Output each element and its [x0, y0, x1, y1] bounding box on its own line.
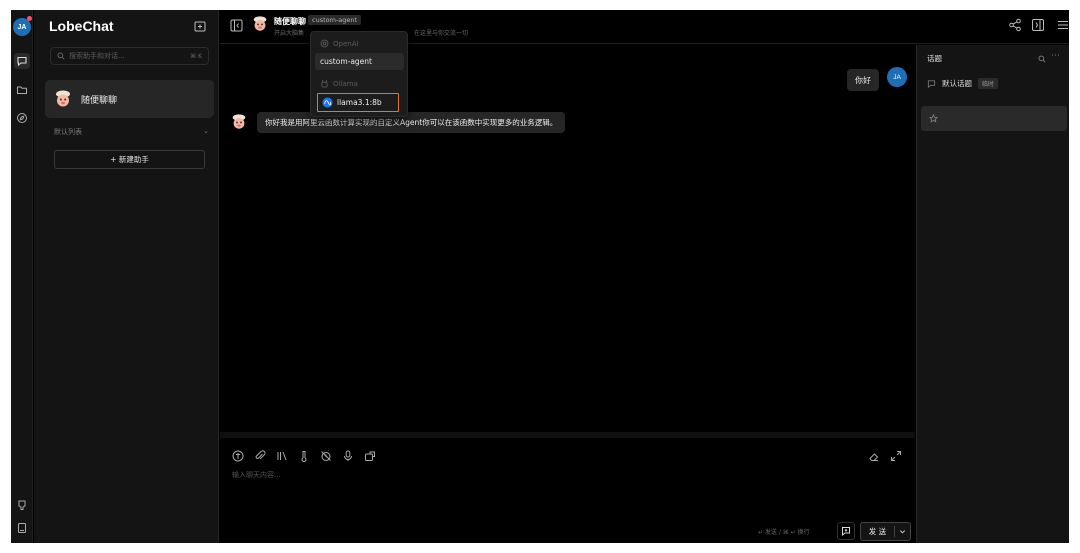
- default-list-header[interactable]: 默认列表 ⌄: [54, 127, 209, 137]
- search-box[interactable]: ⌘ K: [50, 47, 209, 65]
- topic-search-icon[interactable]: [1038, 55, 1046, 63]
- sidebar-item-label: 随便聊聊: [81, 95, 118, 106]
- topics-title: 话题: [927, 54, 942, 63]
- dropdown-group-ollama: Ollama: [320, 79, 358, 88]
- topic-label: 默认话题: [942, 79, 972, 88]
- sidebar-item-agent[interactable]: 随便聊聊: [45, 80, 214, 118]
- star-icon[interactable]: [929, 114, 938, 123]
- topic-chat-icon: [927, 80, 936, 88]
- user-message-avatar[interactable]: JA: [887, 67, 907, 87]
- topic-item-default[interactable]: 默认话题 临时: [927, 78, 999, 89]
- assistant-message-bubble: 你好我是用阿里云函数计算实现的自定义Agent你可以在该函数中实现更多的业务逻辑…: [257, 112, 566, 133]
- menu-icon[interactable]: [1056, 18, 1069, 32]
- history-off-icon[interactable]: [320, 450, 332, 462]
- ollama-icon: [321, 79, 328, 88]
- sidebar-toggle-icon[interactable]: [230, 19, 243, 32]
- openai-icon: [320, 39, 329, 48]
- dropdown-group-openai: OpenAI: [320, 39, 359, 48]
- dropdown-group-label: OpenAI: [333, 39, 359, 48]
- send-hint: ↵ 发送 / ⌘ ↵ 换行: [758, 529, 810, 536]
- topic-item-active[interactable]: [921, 106, 1067, 131]
- assistant-avatar-icon: [232, 114, 246, 129]
- temperature-icon[interactable]: [298, 450, 310, 462]
- header-agent-avatar-icon: [253, 16, 267, 31]
- default-list-label: 默认列表: [54, 128, 82, 136]
- docs-book-icon[interactable]: [14, 520, 30, 536]
- chat-title: 随便聊聊: [274, 17, 306, 26]
- folder-nav-icon[interactable]: [14, 82, 30, 98]
- app-logo: LobeChat: [49, 18, 114, 34]
- agent-avatar-icon: [56, 90, 70, 107]
- model-option-llama[interactable]: llama3.1:8b: [317, 93, 399, 112]
- chevron-down-icon[interactable]: [895, 528, 910, 535]
- nav-rail: JA: [11, 10, 33, 543]
- dropdown-group-label: Ollama: [333, 79, 358, 88]
- attachment-icon[interactable]: [254, 450, 266, 462]
- app-window: JA LobeChat ⌘ K: [11, 10, 1069, 543]
- discover-compass-icon[interactable]: [14, 110, 30, 126]
- new-chat-icon[interactable]: [193, 20, 207, 34]
- chat-input-area: ↵ 发送 / ⌘ ↵ 换行 发 送: [220, 432, 915, 543]
- model-tag[interactable]: custom-agent: [308, 15, 362, 25]
- send-mode-button[interactable]: [837, 522, 855, 540]
- microphone-icon[interactable]: [342, 450, 354, 462]
- more-icon[interactable]: ⋯: [1051, 51, 1060, 61]
- chat-description: 开启大脑集: [274, 30, 305, 37]
- new-agent-button[interactable]: + 新建助手: [54, 150, 205, 169]
- notification-dot: [27, 16, 32, 21]
- agent-sidebar: LobeChat ⌘ K 随便聊聊 默认列表 ⌄ + 新建助手: [34, 10, 219, 543]
- share-icon[interactable]: [1008, 18, 1022, 32]
- message-input[interactable]: [232, 468, 732, 482]
- expand-icon[interactable]: [890, 450, 902, 462]
- theme-toggle-icon[interactable]: [14, 497, 30, 513]
- temporary-badge: 临时: [978, 78, 999, 89]
- send-button[interactable]: 发 送: [860, 522, 911, 541]
- plugin-icon[interactable]: [364, 450, 376, 462]
- knowledge-base-icon[interactable]: [276, 450, 288, 462]
- search-icon: [57, 52, 65, 60]
- meta-icon: [322, 97, 333, 108]
- panel-toggle-icon[interactable]: [1031, 18, 1045, 32]
- topics-panel: 话题 ⋯ 默认话题 临时: [916, 45, 1069, 543]
- chat-description-end: 在这里与你交流一切: [414, 30, 469, 37]
- user-message-bubble: 你好: [847, 69, 879, 91]
- chat-mode-icon: [842, 527, 850, 536]
- model-option-custom-agent[interactable]: custom-agent: [315, 53, 404, 70]
- chevron-down-icon: ⌄: [203, 127, 209, 135]
- eraser-icon[interactable]: [868, 450, 880, 462]
- search-input[interactable]: [69, 52, 191, 60]
- model-dropdown: OpenAI custom-agent Ollama llama3.1:8b: [310, 31, 408, 117]
- chat-nav-icon[interactable]: [14, 53, 30, 69]
- search-shortcut: ⌘ K: [190, 52, 202, 60]
- model-select-icon[interactable]: [232, 450, 244, 462]
- model-option-label: llama3.1:8b: [337, 98, 382, 107]
- send-button-label: 发 送: [861, 526, 895, 537]
